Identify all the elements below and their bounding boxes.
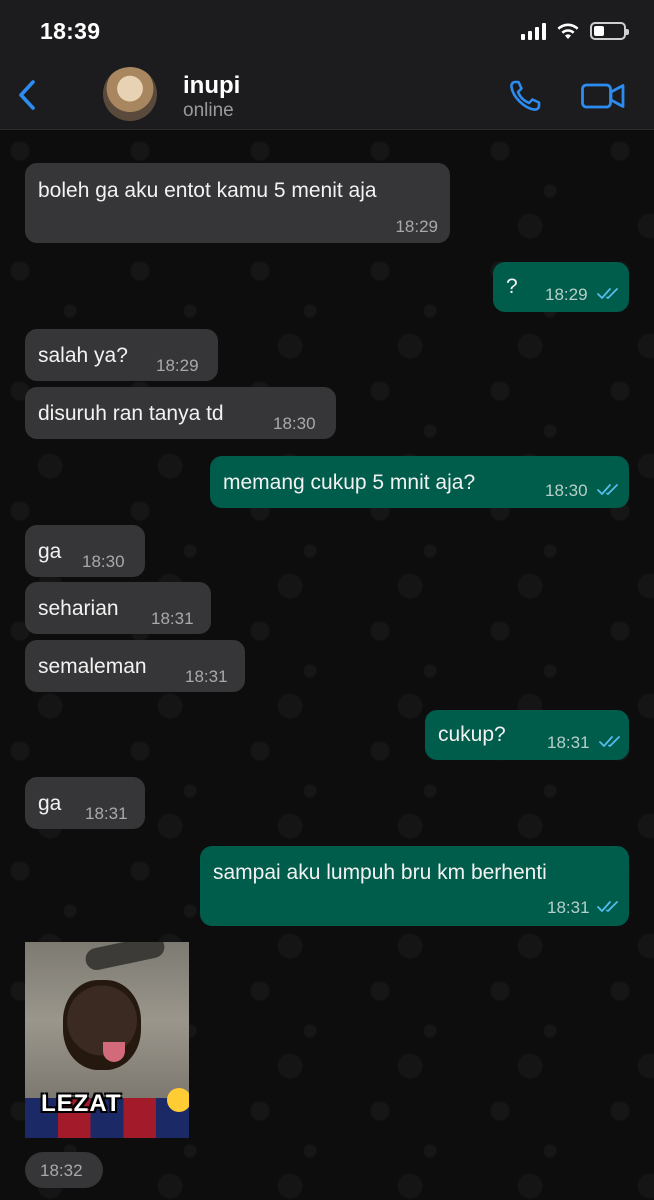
message-bubble-outgoing[interactable]: sampai aku lumpuh bru km berhenti 18:31 <box>200 846 629 926</box>
contact-avatar[interactable] <box>103 67 157 121</box>
read-receipt-icon <box>597 484 618 495</box>
message-bubble-incoming[interactable]: semaleman 18:31 <box>25 640 245 692</box>
sticker-time-pill: 18:32 <box>25 1152 103 1188</box>
message-time: 18:30 <box>273 414 316 433</box>
message-text: seharian <box>38 597 119 620</box>
message-bubble-incoming[interactable]: ga 18:31 <box>25 777 145 829</box>
message-bubble-outgoing[interactable]: ? 18:29 <box>493 262 629 312</box>
sticker-background <box>83 942 167 973</box>
read-receipt-icon <box>597 288 618 299</box>
message-time: 18:29 <box>545 285 588 304</box>
sticker-image[interactable]: LEZAT <box>25 942 189 1138</box>
chat-header: inupi online <box>0 62 654 130</box>
message-time: 18:32 <box>40 1161 83 1180</box>
cellular-signal-icon <box>521 22 546 40</box>
message-time: 18:30 <box>82 552 125 571</box>
message-text: semaleman <box>38 655 147 678</box>
sticker-caption: LEZAT <box>41 1090 122 1117</box>
yum-emoji-icon <box>167 1088 189 1112</box>
status-bar: 18:39 <box>0 0 654 62</box>
message-bubble-incoming[interactable]: boleh ga aku entot kamu 5 menit aja 18:2… <box>25 163 450 243</box>
battery-icon <box>590 22 629 40</box>
message-time: 18:31 <box>151 609 194 628</box>
message-bubble-incoming[interactable]: ga 18:30 <box>25 525 145 577</box>
message-bubble-outgoing[interactable]: cukup? 18:31 <box>425 710 629 760</box>
message-time: 18:29 <box>395 217 438 236</box>
contact-status: online <box>183 100 234 121</box>
battery-fill <box>594 26 604 36</box>
message-bubble-incoming[interactable]: seharian 18:31 <box>25 582 211 634</box>
message-text: disuruh ran tanya td <box>38 402 224 425</box>
message-time: 18:31 <box>85 804 128 823</box>
message-bubble-outgoing[interactable]: memang cukup 5 mnit aja? 18:30 <box>210 456 629 508</box>
message-text: boleh ga aku entot kamu 5 menit aja <box>38 179 377 202</box>
message-text: ga <box>38 792 62 815</box>
message-bubble-incoming[interactable]: salah ya? 18:29 <box>25 329 218 381</box>
read-receipt-icon <box>599 736 620 747</box>
message-text: ga <box>38 540 62 563</box>
message-time: 18:31 <box>185 667 228 686</box>
sticker-face <box>63 980 141 1070</box>
message-text: memang cukup 5 mnit aja? <box>223 471 476 494</box>
back-button[interactable] <box>12 76 42 114</box>
status-time: 18:39 <box>40 18 101 44</box>
message-text: cukup? <box>438 723 506 746</box>
message-time: 18:31 <box>547 733 590 752</box>
message-time: 18:30 <box>545 481 588 500</box>
message-text: salah ya? <box>38 344 128 367</box>
message-text: sampai aku lumpuh bru km berhenti <box>213 861 547 884</box>
status-icons <box>521 22 629 40</box>
contact-name[interactable]: inupi <box>183 72 240 100</box>
message-text: ? <box>506 275 518 298</box>
read-receipt-icon <box>597 901 618 912</box>
wifi-icon <box>557 23 579 39</box>
message-time: 18:29 <box>156 356 199 375</box>
message-bubble-incoming[interactable]: disuruh ran tanya td 18:30 <box>25 387 336 439</box>
message-time: 18:31 <box>547 898 590 917</box>
video-camera-icon[interactable] <box>580 78 626 114</box>
phone-icon[interactable] <box>505 76 545 116</box>
